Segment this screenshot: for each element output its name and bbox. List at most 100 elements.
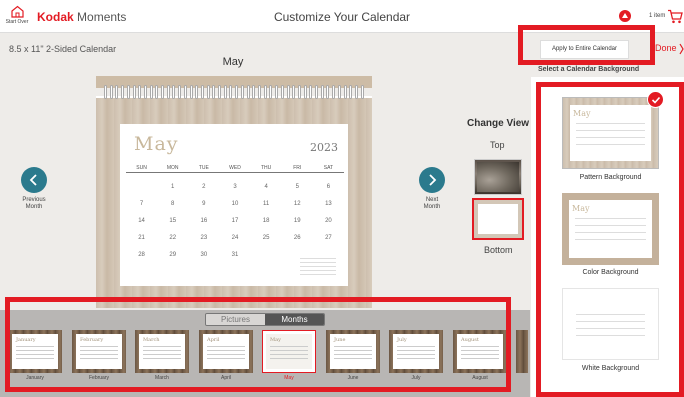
day-cell: 23 xyxy=(200,235,208,241)
done-button[interactable]: Done xyxy=(655,43,677,53)
spiral-ring xyxy=(360,85,364,99)
calendar-month-name: May xyxy=(134,133,179,155)
spiral-ring xyxy=(189,85,193,99)
spiral-ring xyxy=(349,85,353,99)
spiral-ring xyxy=(297,85,301,99)
weekday-label: THU xyxy=(250,165,282,173)
previous-month-button[interactable] xyxy=(21,167,47,193)
day-cell: 16 xyxy=(200,218,208,224)
spiral-ring xyxy=(280,85,284,99)
alert-icon[interactable] xyxy=(619,10,631,22)
spiral-ring xyxy=(166,85,170,99)
spiral-ring xyxy=(132,85,136,99)
filmstrip-frame xyxy=(5,297,511,392)
day-cell: 21 xyxy=(138,235,145,241)
next-month-label: Next Month xyxy=(423,197,441,210)
day-cell: 31 xyxy=(231,252,239,258)
day-cell: 26 xyxy=(293,235,301,241)
day-cell: 22 xyxy=(169,235,177,241)
spiral-ring xyxy=(263,85,267,99)
spiral-ring xyxy=(183,85,187,99)
brand-logo[interactable]: Kodak Moments xyxy=(37,10,126,24)
cart-icon[interactable] xyxy=(667,9,683,24)
day-cell: 13 xyxy=(325,201,332,207)
day-cell: 2 xyxy=(202,184,206,190)
spiral-ring xyxy=(275,85,279,99)
calendar-year: 2023 xyxy=(310,141,338,154)
option-month: May xyxy=(573,109,591,118)
spiral-ring xyxy=(121,85,125,99)
current-month-title: May xyxy=(222,56,244,68)
start-over-label: Start Over xyxy=(5,19,29,25)
weekday-label: WED xyxy=(219,165,251,173)
chevron-right-icon[interactable] xyxy=(679,43,684,55)
day-cell: 12 xyxy=(293,201,301,207)
next-month-button[interactable] xyxy=(419,167,445,193)
spiral-ring xyxy=(161,85,165,99)
calendar-grid: SUN MON TUE WED THU FRI SAT 1 2 3 4 5 6 7 8 9 10 11 12 13 14… xyxy=(126,165,344,258)
cart-item-count[interactable]: 1 item xyxy=(649,13,665,19)
spiral-ring xyxy=(286,85,290,99)
spiral-ring xyxy=(138,85,142,99)
spiral-ring xyxy=(315,85,319,99)
option-month: May xyxy=(572,204,590,213)
day-cell: 29 xyxy=(169,252,177,258)
day-cell: 7 xyxy=(139,201,144,207)
month-thumbnail-partial[interactable] xyxy=(516,330,528,373)
view-top-label: Top xyxy=(490,140,505,150)
calendar-preview[interactable]: May 2023 SUN MON TUE WED THU FRI SAT 1 2 3 4 5 6 7 8 9 1… xyxy=(96,76,372,308)
day-cell: 6 xyxy=(326,184,331,190)
spiral-ring xyxy=(337,85,341,99)
spiral-ring xyxy=(343,85,347,99)
spiral-ring xyxy=(126,85,130,99)
spiral-ring xyxy=(252,85,256,99)
day-cell: 9 xyxy=(202,201,206,207)
spiral-ring xyxy=(235,85,239,99)
day-cell: 17 xyxy=(231,218,239,224)
day-cell: 8 xyxy=(171,201,175,207)
spiral-ring xyxy=(149,85,153,99)
day-cell: 20 xyxy=(325,218,332,224)
spiral-ring xyxy=(218,85,222,99)
spiral-ring xyxy=(115,85,119,99)
product-name: 8.5 x 11" 2-Sided Calendar xyxy=(9,44,117,54)
spiral-ring xyxy=(143,85,147,99)
spiral-ring xyxy=(109,85,113,99)
day-cell xyxy=(126,184,157,190)
panel-heading: Select a Calendar Background xyxy=(538,66,640,73)
day-cell: 4 xyxy=(264,184,268,190)
day-cell: 30 xyxy=(200,252,208,258)
apply-highlight-frame xyxy=(518,25,655,65)
day-cell: 18 xyxy=(262,218,270,224)
spiral-ring xyxy=(332,85,336,99)
spiral-ring xyxy=(326,85,330,99)
day-cell: 1 xyxy=(171,184,175,190)
bottom-page-image xyxy=(478,204,518,234)
spiral-ring xyxy=(200,85,204,99)
chevron-left-icon xyxy=(29,174,37,186)
day-cell: 11 xyxy=(263,201,270,207)
day-cell: 19 xyxy=(293,218,301,224)
day-cell: 14 xyxy=(138,218,145,224)
spiral-ring xyxy=(292,85,296,99)
home-icon xyxy=(10,5,24,18)
change-view-title: Change View xyxy=(467,118,530,129)
weekday-label: FRI xyxy=(281,165,313,173)
brand-moments: Moments xyxy=(73,10,127,24)
view-bottom-thumbnail[interactable] xyxy=(472,198,524,240)
mini-calendar xyxy=(300,258,336,278)
chevron-right-icon xyxy=(429,174,437,186)
start-over-button[interactable]: Start Over xyxy=(4,5,30,25)
spiral-ring xyxy=(172,85,176,99)
spiral-ring xyxy=(206,85,210,99)
brand-kodak: Kodak xyxy=(37,10,74,24)
view-top-thumbnail[interactable] xyxy=(474,159,522,195)
spiral-ring xyxy=(320,85,324,99)
weekday-label: SUN xyxy=(126,165,158,173)
top-photo-image xyxy=(477,162,519,192)
calendar-background[interactable]: May 2023 SUN MON TUE WED THU FRI SAT 1 2 3 4 5 6 7 8 9 1… xyxy=(96,96,372,308)
weekday-label: SAT xyxy=(312,165,344,173)
day-cell: 5 xyxy=(295,184,299,190)
spiral-binding xyxy=(104,85,364,99)
weekday-label: TUE xyxy=(188,165,220,173)
